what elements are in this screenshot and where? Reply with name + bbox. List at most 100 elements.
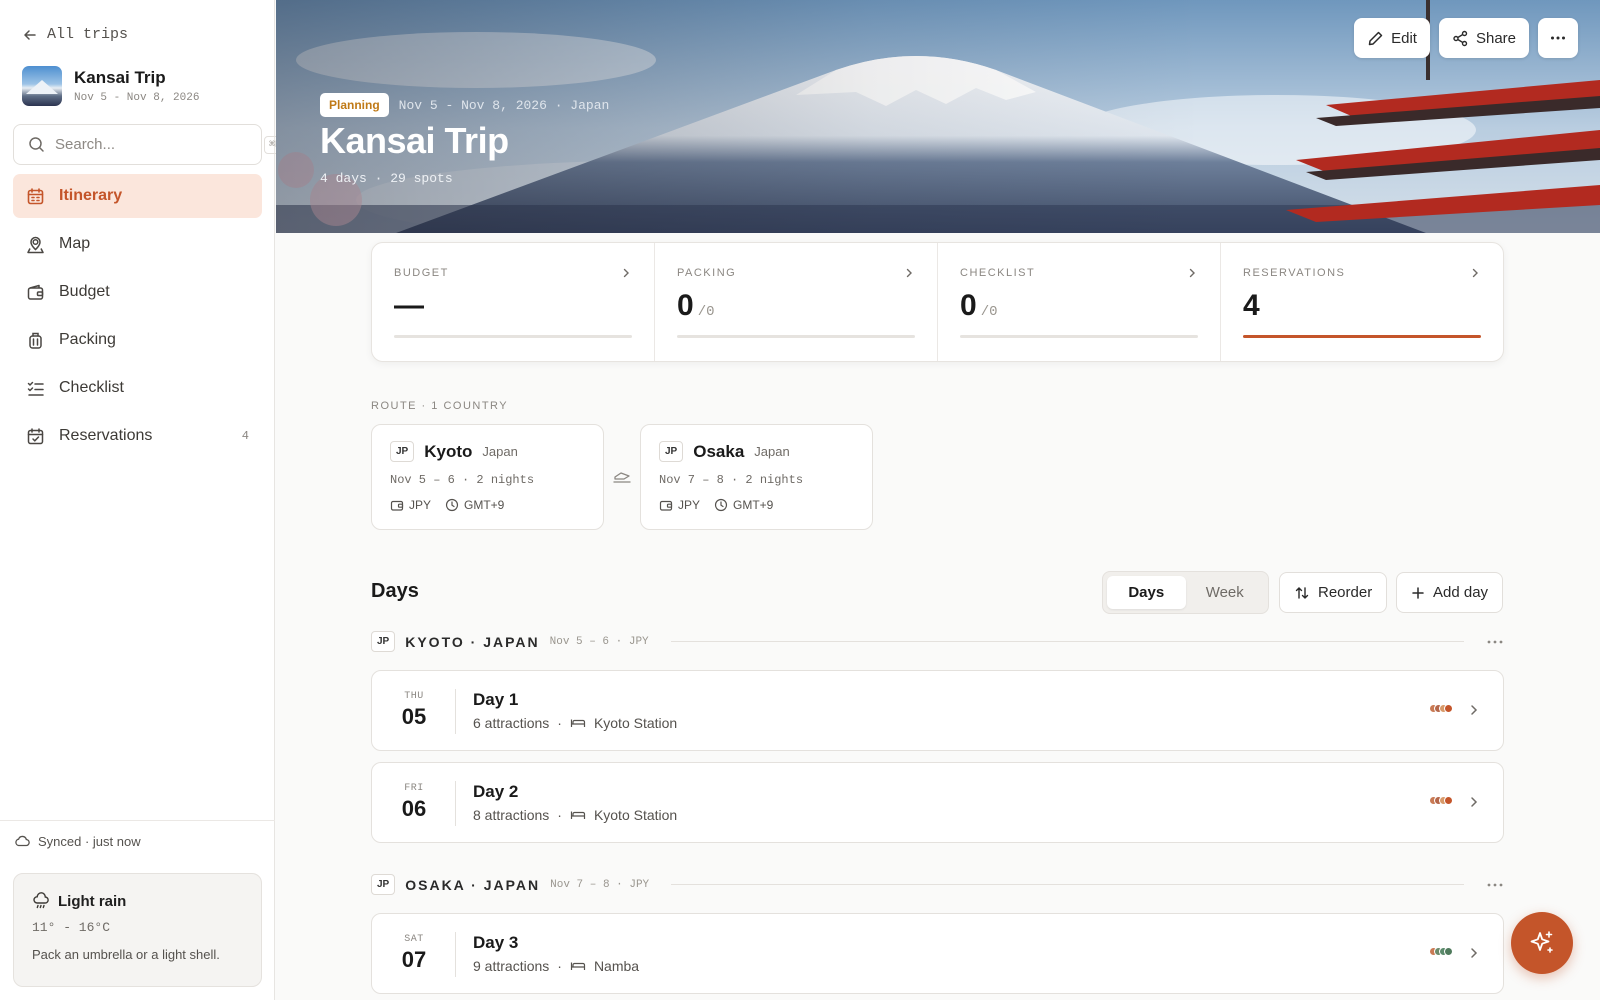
view-week-option[interactable]: Week [1186, 576, 1265, 609]
sidebar-item-map[interactable]: Map [13, 222, 262, 266]
day-divider [455, 932, 456, 977]
view-toggle: Days Week [1102, 571, 1269, 614]
stat-value: 0 [960, 289, 977, 322]
all-trips-link[interactable]: All trips [22, 26, 128, 43]
day-weekday: THU [404, 691, 424, 702]
group-title: KYOTO · JAPAN [405, 633, 540, 650]
chevron-right-icon [1467, 795, 1481, 809]
bed-icon [570, 959, 586, 973]
city-card-kyoto[interactable]: JP Kyoto Japan Nov 5 – 6 · 2 nights JPY … [371, 424, 604, 530]
stat-reservations[interactable]: RESERVATIONS 4 [1221, 243, 1503, 361]
sidebar-nav: Itinerary Map Budget Packing Checklist R… [13, 174, 262, 462]
city-currency: JPY [678, 498, 701, 512]
route-label: ROUTE · 1 COUNTRY [371, 400, 509, 412]
country-code: JP [371, 631, 396, 652]
city-card-osaka[interactable]: JP Osaka Japan Nov 7 – 8 · 2 nights JPY … [640, 424, 873, 530]
stat-label: BUDGET [394, 267, 449, 279]
sparkles-icon [1528, 929, 1556, 957]
separator: · [557, 958, 562, 974]
hero-actions: Edit Share [1354, 18, 1578, 58]
wallet-icon [659, 498, 673, 512]
weather-tip: Pack an umbrella or a light shell. [32, 947, 220, 962]
sidebar-item-itinerary[interactable]: Itinerary [13, 174, 262, 218]
calendar-icon [26, 187, 45, 206]
reorder-button[interactable]: Reorder [1279, 572, 1388, 613]
day-group-header: JP KYOTO · JAPAN Nov 5 – 6 · JPY [371, 631, 1504, 652]
day-weekday: FRI [404, 783, 424, 794]
hero-subtitle: 4 days · 29 spots [320, 171, 453, 186]
sort-arrows-icon [1294, 585, 1310, 601]
more-horizontal-icon[interactable] [1486, 639, 1504, 645]
add-day-label: Add day [1433, 584, 1489, 601]
share-button[interactable]: Share [1438, 18, 1529, 58]
all-trips-label: All trips [47, 26, 129, 43]
group-divider [671, 884, 1464, 885]
view-days-option[interactable]: Days [1107, 576, 1186, 609]
day-card[interactable]: THU 05 Day 1 6 attractions · Kyoto Stati… [371, 670, 1504, 751]
search-box[interactable]: ⌘K [13, 124, 287, 165]
sidebar-item-budget[interactable]: Budget [13, 270, 262, 314]
day-stay: Kyoto Station [593, 715, 678, 731]
sidebar-item-label: Itinerary [59, 187, 123, 204]
add-day-button[interactable]: Add day [1396, 572, 1504, 613]
trip-hero: Planning Nov 5 - Nov 8, 2026 · Japan Kan… [276, 0, 1600, 233]
checklist-icon [26, 379, 45, 398]
city-timezone: GMT+9 [464, 498, 505, 512]
stat-budget[interactable]: BUDGET — [372, 243, 655, 361]
day-group-header: JP OSAKA · JAPAN Nov 7 – 8 · JPY [371, 874, 1504, 895]
country-code: JP [371, 874, 396, 895]
sidebar-item-label: Budget [59, 283, 110, 300]
weather-card: Light rain 11° - 16°C Pack an umbrella o… [13, 873, 262, 987]
day-divider [455, 689, 456, 734]
day-date: FRI 06 [372, 763, 456, 842]
chevron-right-icon [1186, 267, 1198, 279]
weather-title-row: Light rain [32, 892, 243, 910]
chevron-right-icon [1467, 946, 1481, 960]
country-code: JP [659, 441, 684, 462]
trip-thumbnail [22, 66, 62, 106]
sidebar-item-reservations[interactable]: Reservations 4 [13, 414, 262, 458]
search-input[interactable] [55, 136, 254, 153]
group-divider [670, 641, 1464, 642]
share-icon [1452, 30, 1469, 47]
reorder-label: Reorder [1318, 584, 1373, 601]
chevron-right-icon [903, 267, 915, 279]
group-title: OSAKA · JAPAN [405, 876, 541, 893]
day-category-dots [1429, 947, 1453, 956]
day-date: THU 05 [372, 671, 456, 750]
city-dates: Nov 7 – 8 · 2 nights [659, 473, 804, 487]
plus-icon [1411, 586, 1425, 600]
city-country: Japan [482, 444, 518, 459]
stat-label: RESERVATIONS [1243, 267, 1346, 279]
stat-checklist[interactable]: CHECKLIST 0/0 [938, 243, 1221, 361]
sidebar-item-label: Packing [59, 331, 116, 348]
day-divider [455, 781, 456, 826]
ai-assistant-button[interactable] [1511, 912, 1573, 974]
sidebar: All trips Kansai Trip Nov 5 - Nov 8, 202… [0, 0, 287, 1000]
hero-dates: Nov 5 - Nov 8, 2026 · Japan [398, 97, 610, 113]
day-number: 05 [401, 704, 427, 729]
calendar-check-icon [26, 427, 45, 446]
sidebar-item-label: Map [59, 235, 91, 252]
day-summary: 9 attractions · Namba [473, 958, 639, 974]
day-attractions: 8 attractions [473, 807, 550, 823]
more-button[interactable] [1538, 18, 1578, 58]
day-title: Day 1 [473, 690, 519, 709]
day-summary: 6 attractions · Kyoto Station [473, 715, 677, 731]
sidebar-item-packing[interactable]: Packing [13, 318, 262, 362]
chevron-right-icon [1467, 703, 1481, 717]
group-meta: Nov 5 – 6 · JPY [549, 635, 649, 648]
day-title: Day 3 [473, 933, 519, 952]
day-card[interactable]: FRI 06 Day 2 8 attractions · Kyoto Stati… [371, 762, 1504, 843]
sidebar-item-checklist[interactable]: Checklist [13, 366, 262, 410]
chevron-right-icon [620, 267, 632, 279]
map-pin-icon [26, 235, 45, 254]
sync-label: Synced · just now [38, 833, 141, 849]
more-horizontal-icon[interactable] [1486, 882, 1504, 888]
city-name: Kyoto [424, 441, 473, 461]
clock-icon [445, 498, 459, 512]
sidebar-item-label: Checklist [59, 379, 124, 396]
stat-packing[interactable]: PACKING 0/0 [655, 243, 938, 361]
edit-button[interactable]: Edit [1354, 18, 1430, 58]
day-card[interactable]: SAT 07 Day 3 9 attractions · Namba [371, 913, 1504, 994]
